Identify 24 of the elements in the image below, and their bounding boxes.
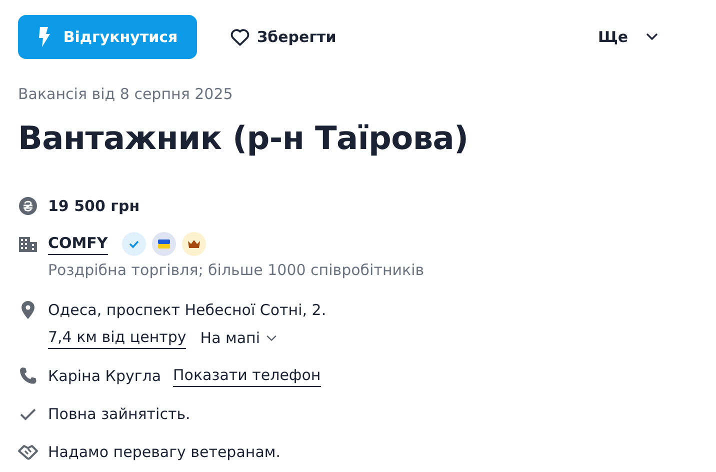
chevron-down-icon [646, 33, 658, 41]
chevron-down-icon [266, 334, 278, 342]
address: Одеса, проспект Небесної Сотні, 2. [48, 301, 326, 319]
feature-text: Повна зайнятість. [48, 405, 190, 423]
verified-badge-icon [122, 232, 146, 256]
company-link[interactable]: COMFY [48, 234, 108, 254]
company-industry: Роздрібна торгівля; більше 1000 співробітників [48, 261, 426, 281]
heart-icon [229, 26, 251, 48]
distance-link[interactable]: 7,4 км від центру [48, 328, 186, 348]
map-toggle[interactable]: На мапі [200, 329, 278, 347]
crown-badge-icon [182, 232, 206, 256]
feature-text: Надамо перевагу ветеранам. [48, 443, 280, 461]
contact-name: Каріна Кругла [48, 367, 162, 385]
salary: 19 500 грн [48, 197, 140, 215]
more-button[interactable]: Ще [598, 15, 658, 59]
show-phone-link[interactable]: Показати телефон [173, 366, 321, 386]
flag-badge-icon [152, 232, 176, 256]
hryvnia-icon [18, 196, 38, 216]
save-button[interactable]: Зберегти [229, 15, 336, 59]
posted-date: Вакансія від 8 серпня 2025 [18, 85, 234, 103]
phone-icon [18, 366, 38, 386]
job-title: Вантажник (р-н Таїрова) [18, 119, 470, 157]
lightning-icon [37, 27, 52, 47]
building-icon [18, 234, 38, 254]
